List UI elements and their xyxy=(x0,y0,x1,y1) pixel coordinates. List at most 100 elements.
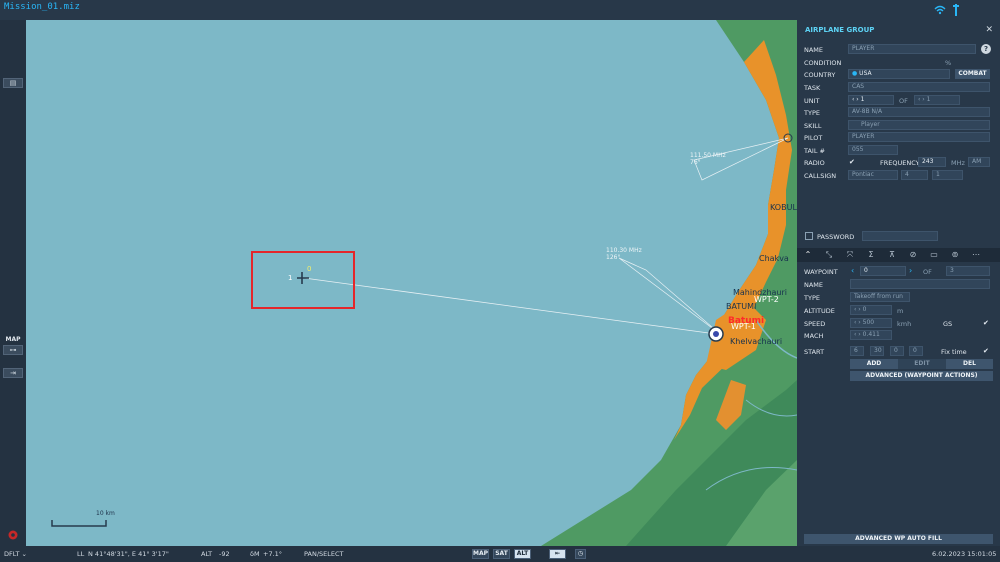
fix-time-checkbox[interactable]: ✔ xyxy=(983,347,991,355)
route-tab-icon[interactable]: ⌃ xyxy=(801,250,815,260)
beacon-label-1: 111.50 MHz 76° xyxy=(690,152,726,166)
close-icon[interactable]: ✕ xyxy=(985,25,993,35)
sat-mode-button[interactable]: SAT xyxy=(493,549,510,559)
auto-fill-button[interactable]: ADVANCED WP AUTO FILL xyxy=(804,534,993,544)
password-checkbox[interactable] xyxy=(805,232,813,240)
delete-waypoint-button[interactable]: DEL xyxy=(946,359,993,369)
panel-tabs: ⌃ ⤡ ⤧ Σ ⊼ ⊘ ▭ ⊚ ⋯ xyxy=(797,248,1000,262)
failures-tab-icon[interactable]: ⊘ xyxy=(906,250,920,260)
summary-tab-icon[interactable]: Σ xyxy=(864,250,878,260)
triggers-tab-icon[interactable]: ⤧ xyxy=(843,250,857,260)
mach-label: MACH xyxy=(804,332,824,340)
start-minute-field[interactable]: 0 xyxy=(890,346,904,356)
fix-time-label: Fix time xyxy=(941,348,967,356)
targets-tab-icon[interactable]: ⤡ xyxy=(822,250,836,260)
start-day-field[interactable]: 6 xyxy=(850,346,864,356)
alt-mode-button[interactable]: ALT xyxy=(514,549,531,559)
help-icon[interactable]: ? xyxy=(981,44,991,54)
pilot-field[interactable]: PLAYER xyxy=(848,132,990,142)
modulation-select[interactable]: AM xyxy=(968,157,990,167)
alt-label: ALT xyxy=(201,550,213,558)
tail-field[interactable]: 055 xyxy=(848,145,898,155)
clock-icon[interactable]: ◷ xyxy=(575,549,586,559)
unit-of-stepper[interactable]: ‹ › 1 xyxy=(914,95,960,105)
ll-label: LL xyxy=(77,550,85,558)
condition-unit: % xyxy=(945,59,952,67)
wp-type-label: TYPE xyxy=(804,294,820,302)
camera-tab-icon[interactable]: ▭ xyxy=(927,250,941,260)
start-label: START xyxy=(804,348,825,356)
frequency-unit: MHz xyxy=(951,159,965,167)
waypoint-label: WAYPOINT xyxy=(804,268,838,276)
dm-readout: +7.1° xyxy=(263,550,283,558)
altitude-unit: m xyxy=(897,307,904,315)
selection-highlight xyxy=(251,251,355,309)
country-label: COUNTRY xyxy=(804,71,836,79)
waypoint-label[interactable]: WPT-2 xyxy=(754,295,779,304)
window-title: Mission_01.miz xyxy=(4,2,80,12)
callsign-name-select[interactable]: Pontiac xyxy=(848,170,898,180)
name-field[interactable]: PLAYER xyxy=(848,44,976,54)
edit-waypoint-button[interactable]: EDIT xyxy=(898,359,946,369)
next-waypoint-icon[interactable]: › xyxy=(909,266,912,275)
speed-stepper[interactable]: ‹ › 500 xyxy=(850,318,892,328)
country-select[interactable]: ● USA xyxy=(848,69,950,79)
dm-label: δM xyxy=(250,550,260,558)
wp-name-label: NAME xyxy=(804,281,824,289)
callsign-num1-field[interactable]: 4 xyxy=(901,170,928,180)
wifi-icon[interactable] xyxy=(933,3,947,17)
fit-width-button[interactable]: ⇥ xyxy=(3,368,23,378)
fit-view-icon[interactable]: ⇤ xyxy=(549,549,566,559)
condition-label: CONDITION xyxy=(804,59,842,67)
altitude-stepper[interactable]: ‹ › 0 xyxy=(850,305,892,315)
payload-tab-icon[interactable]: ⊼ xyxy=(885,250,899,260)
name-label: NAME xyxy=(804,46,824,54)
wp-name-field[interactable] xyxy=(850,279,990,289)
title-bar: Mission_01.miz xyxy=(0,0,1000,20)
status-bar: DFLT ⌄ LL N 41°48'31", E 41° 3'17" ALT -… xyxy=(0,546,1000,562)
mach-stepper[interactable]: ‹ › 0.411 xyxy=(850,330,892,340)
waypoint-of-label: OF xyxy=(923,268,932,276)
scale-label: 10 km xyxy=(96,510,115,517)
city-label: Khelvachauri xyxy=(730,337,783,346)
coords-readout: N 41°48'31", E 41° 3'17" xyxy=(88,550,169,558)
pilot-label: PILOT xyxy=(804,134,823,142)
prev-waypoint-icon[interactable]: ‹ xyxy=(851,266,854,275)
layer-select[interactable]: DFLT ⌄ xyxy=(4,550,27,558)
map-mode-button[interactable]: MAP xyxy=(472,549,489,559)
map-view[interactable]: 111.50 MHz 76° 110.30 MHz 126° KOBULI Chak… xyxy=(26,20,797,546)
left-toolbar: ▤ MAP ⊶ ⇥ xyxy=(0,20,26,546)
signal-tower-icon[interactable] xyxy=(949,3,963,17)
frequency-field[interactable]: 243 xyxy=(918,157,946,167)
datetime-readout: 6.02.2023 15:01:05 xyxy=(932,550,997,558)
record-icon[interactable] xyxy=(8,530,18,540)
radio-tab-icon[interactable]: ⊚ xyxy=(948,250,962,260)
task-label: TASK xyxy=(804,84,821,92)
start-hour-field[interactable]: 30 xyxy=(870,346,884,356)
task-select[interactable]: CAS xyxy=(848,82,990,92)
password-field[interactable] xyxy=(862,231,938,241)
mode-readout: PAN/SELECT xyxy=(304,550,344,558)
start-second-field[interactable]: 0 xyxy=(909,346,923,356)
combat-button[interactable]: COMBAT xyxy=(955,69,990,79)
waypoint-total: 3 xyxy=(946,266,990,276)
unit-stepper[interactable]: ‹ › 1 xyxy=(848,95,894,105)
callsign-num2-field[interactable]: 1 xyxy=(932,170,963,180)
map-key-button[interactable]: ⊶ xyxy=(3,345,23,355)
map-label: MAP xyxy=(5,336,21,343)
radio-checkbox[interactable]: ✔ xyxy=(849,158,857,166)
gs-label: GS xyxy=(943,320,953,328)
city-label: BATUMI xyxy=(726,302,757,311)
layers-button[interactable]: ▤ xyxy=(3,78,23,88)
gs-checkbox[interactable]: ✔ xyxy=(983,319,991,327)
skill-label: SKILL xyxy=(804,122,822,130)
wp-type-select[interactable]: Takeoff from run xyxy=(850,292,910,302)
type-select[interactable]: AV-8B N/A xyxy=(848,107,990,117)
waypoint-select[interactable]: 0 xyxy=(860,266,906,276)
unit-label: UNIT xyxy=(804,97,820,105)
add-waypoint-button[interactable]: ADD xyxy=(850,359,898,369)
advanced-waypoint-actions-button[interactable]: ADVANCED (WAYPOINT ACTIONS) xyxy=(850,371,993,381)
waypoint-label[interactable]: WPT-1 xyxy=(731,322,756,331)
more-tab-icon[interactable]: ⋯ xyxy=(969,250,983,260)
skill-select[interactable]: Player xyxy=(848,120,990,130)
